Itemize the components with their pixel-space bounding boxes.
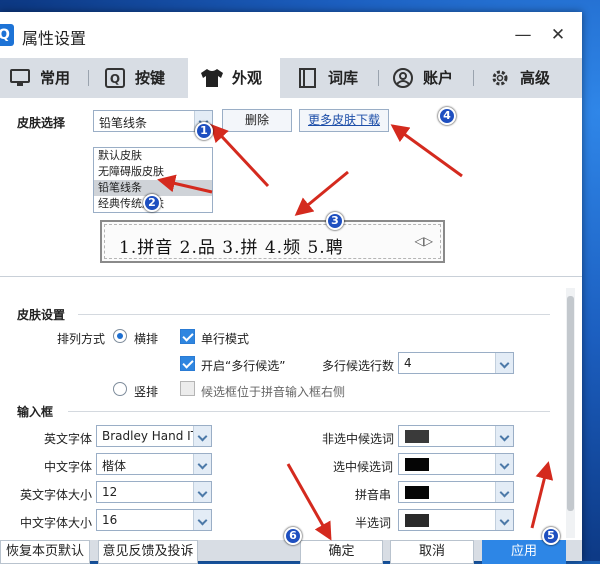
annotation-badge: 1 — [195, 122, 213, 140]
chevron-down-icon — [495, 454, 513, 474]
unselected-color-select[interactable] — [398, 425, 514, 447]
selected-color-label: 选中候选词 — [333, 460, 394, 474]
skin-option[interactable]: 无障碍版皮肤 — [94, 164, 212, 180]
delete-skin-button[interactable]: 删除 — [222, 109, 292, 132]
svg-text:Q: Q — [110, 72, 120, 86]
unselected-color-label: 非选中候选词 — [322, 432, 395, 446]
multi-line-checkbox[interactable] — [180, 356, 195, 371]
multi-count-select[interactable]: 4 — [398, 352, 514, 374]
pinyin-color-select[interactable] — [398, 481, 514, 503]
minimize-button[interactable]: — — [510, 22, 536, 48]
user-icon — [393, 68, 413, 88]
annotation-badge: 3 — [326, 212, 344, 230]
book-icon — [299, 68, 316, 88]
tab-keys[interactable]: Q 按键 — [105, 58, 190, 98]
monitor-icon — [10, 69, 30, 86]
chevron-down-icon — [193, 482, 211, 502]
multi-count-label: 多行候选行数 — [322, 359, 395, 373]
feedback-button[interactable]: 意见反馈及投诉 — [98, 540, 198, 564]
tab-advanced[interactable]: 高级 — [490, 58, 570, 98]
tab-general-label: 常用 — [40, 69, 71, 87]
scroll-thumb[interactable] — [567, 296, 574, 511]
annotation-badge: 2 — [143, 194, 161, 212]
preview-candidates: 1.拼音 2.品 3.拼 4.频 5.聘 — [119, 238, 344, 258]
color-swatch — [405, 430, 429, 443]
en-size-label: 英文字体大小 — [20, 488, 93, 502]
horizontal-label: 横排 — [134, 332, 159, 346]
annotation-badge: 5 — [542, 527, 560, 545]
title-bar: Q 属性设置 — ✕ — [0, 12, 582, 58]
color-swatch — [405, 458, 429, 471]
tab-keys-label: 按键 — [135, 69, 166, 87]
cancel-button[interactable]: 取消 — [390, 540, 474, 564]
tab-divider — [473, 70, 474, 86]
tab-divider — [378, 70, 379, 86]
candidate-right-checkbox[interactable] — [180, 381, 195, 396]
chevron-down-icon — [495, 482, 513, 502]
en-font-label: 英文字体 — [44, 432, 93, 446]
section-divider — [68, 411, 550, 412]
half-color-select[interactable] — [398, 509, 514, 531]
arrange-label: 排列方式 — [57, 332, 106, 346]
cn-font-label: 中文字体 — [44, 460, 93, 474]
chevron-down-icon — [193, 510, 211, 530]
tab-appearance-label: 外观 — [232, 69, 263, 87]
skin-preview: 1.拼音 2.品 3.拼 4.频 5.聘 ◁▷ — [100, 220, 445, 263]
tab-account[interactable]: 账户 — [393, 58, 468, 98]
tab-bar: 常用 Q 按键 外观 词库 账户 高级 — [0, 58, 582, 98]
vertical-radio[interactable] — [113, 382, 127, 396]
tab-divider — [88, 70, 89, 86]
input-box-heading: 输入框 — [17, 405, 54, 419]
properties-window: Q 属性设置 — ✕ 常用 Q 按键 外观 词库 账户 高级 皮肤选择 铅笔线条… — [0, 12, 582, 561]
window-title: 属性设置 — [22, 29, 87, 48]
shirt-icon — [201, 69, 223, 87]
color-swatch — [405, 486, 429, 499]
tab-lexicon-label: 词库 — [328, 69, 359, 87]
candidate-right-label: 候选框位于拼音输入框右侧 — [201, 385, 346, 399]
chevron-down-icon — [193, 426, 211, 446]
app-logo: Q — [0, 24, 14, 46]
tab-general[interactable]: 常用 — [10, 58, 90, 98]
chevron-down-icon — [495, 353, 513, 373]
cn-size-label: 中文字体大小 — [20, 516, 93, 530]
horizontal-radio[interactable] — [113, 329, 127, 343]
section-divider — [78, 314, 550, 315]
tab-lexicon[interactable]: 词库 — [298, 58, 373, 98]
half-color-label: 半选词 — [355, 516, 392, 530]
vertical-label: 竖排 — [134, 385, 159, 399]
color-swatch — [405, 514, 429, 527]
annotation-badge: 6 — [284, 527, 302, 545]
skin-option[interactable]: 默认皮肤 — [94, 148, 212, 164]
cn-font-select[interactable]: 楷体 — [96, 453, 212, 475]
scrollbar[interactable] — [566, 288, 575, 538]
selected-color-select[interactable] — [398, 453, 514, 475]
restore-defaults-button[interactable]: 恢复本页默认 — [0, 540, 90, 564]
skin-select-label: 皮肤选择 — [17, 116, 66, 130]
chevron-down-icon — [193, 454, 211, 474]
tab-account-label: 账户 — [423, 69, 454, 87]
preview-page-arrows: ◁▷ — [414, 234, 433, 248]
gear-icon — [492, 70, 508, 86]
tab-appearance[interactable]: 外观 — [188, 58, 280, 98]
annotation-badge: 4 — [438, 107, 456, 125]
multi-line-label: 开启“多行候选” — [201, 359, 286, 373]
settings-panel: 皮肤设置 排列方式 横排 单行模式 开启“多行候选” 多行候选行数 4 竖排 候… — [0, 276, 582, 561]
en-font-select[interactable]: Bradley Hand ITC — [96, 425, 212, 447]
cn-size-select[interactable]: 16 — [96, 509, 212, 531]
single-line-label: 单行模式 — [201, 332, 250, 346]
pinyin-color-label: 拼音串 — [355, 488, 392, 502]
tab-advanced-label: 高级 — [520, 69, 551, 87]
en-size-select[interactable]: 12 — [96, 481, 212, 503]
key-icon: Q — [105, 68, 125, 88]
chevron-down-icon — [495, 510, 513, 530]
more-skins-link[interactable]: 更多皮肤下载 — [299, 109, 389, 132]
close-button[interactable]: ✕ — [545, 22, 571, 48]
skin-settings-heading: 皮肤设置 — [17, 308, 66, 322]
ok-button[interactable]: 确定 — [300, 540, 383, 564]
single-line-checkbox[interactable] — [180, 329, 195, 344]
chevron-down-icon — [495, 426, 513, 446]
